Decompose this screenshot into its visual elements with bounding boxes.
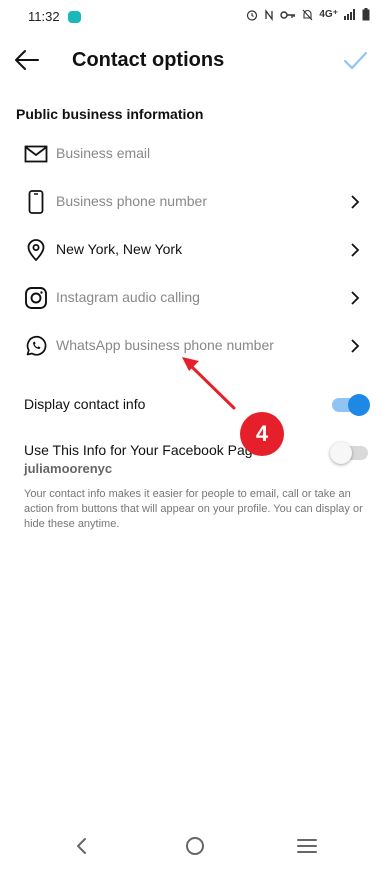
chevron-right-icon	[351, 195, 360, 209]
display-contact-toggle[interactable]	[332, 394, 370, 416]
facebook-page-label: Use This Info for Your Facebook Page	[24, 442, 261, 458]
app-notification-icon	[68, 11, 81, 23]
option-instagram-audio[interactable]: Instagram audio calling	[0, 274, 390, 322]
option-label: Business email	[56, 145, 151, 161]
nav-menu-icon[interactable]	[295, 834, 319, 858]
display-contact-row: Display contact info	[0, 390, 390, 420]
toggle-knob	[348, 394, 370, 416]
key-icon	[280, 10, 296, 19]
alarm-icon	[247, 9, 258, 21]
annotation-step-badge: 4	[240, 412, 284, 456]
location-pin-icon	[27, 239, 45, 262]
back-arrow-icon	[15, 50, 39, 70]
option-label: Instagram audio calling	[56, 289, 200, 305]
nav-home-icon[interactable]	[183, 834, 207, 858]
status-bar: 11:32 4G⁺	[0, 0, 390, 34]
mail-icon	[24, 145, 48, 163]
nav-back-icon[interactable]	[70, 834, 94, 858]
chevron-right-icon	[351, 339, 360, 353]
option-business-phone[interactable]: Business phone number	[0, 178, 390, 226]
chevron-right-icon	[351, 243, 360, 257]
instagram-icon	[25, 287, 47, 309]
chevron-right-icon	[351, 291, 360, 305]
nfc-icon	[265, 8, 274, 21]
option-label: Business phone number	[56, 193, 207, 209]
status-time: 11:32	[28, 9, 60, 24]
save-button[interactable]	[342, 48, 368, 72]
mute-icon	[302, 9, 313, 20]
option-label: WhatsApp business phone number	[56, 337, 274, 353]
facebook-page-row: Use This Info for Your Facebook Page jul…	[0, 438, 390, 478]
contact-info-description: Your contact info makes it easier for pe…	[24, 488, 363, 530]
phone-icon	[28, 190, 44, 214]
page-title: Contact options	[72, 49, 225, 71]
option-location[interactable]: New York, New York	[0, 226, 390, 274]
checkmark-icon	[343, 51, 368, 70]
facebook-page-toggle[interactable]	[330, 442, 368, 464]
facebook-username: juliamoorenyc	[24, 461, 113, 476]
battery-icon	[362, 8, 370, 21]
section-heading: Public business information	[16, 106, 204, 122]
option-label: New York, New York	[56, 241, 183, 257]
toggle-knob	[330, 442, 352, 464]
display-contact-label: Display contact info	[24, 396, 146, 412]
system-nav-bar	[0, 820, 390, 870]
whatsapp-icon	[26, 335, 47, 356]
top-app-bar: Contact options	[0, 34, 390, 86]
option-whatsapp[interactable]: WhatsApp business phone number	[0, 322, 390, 370]
network-type: 4G⁺	[319, 9, 338, 20]
back-button[interactable]	[12, 46, 42, 74]
status-icons: 4G⁺	[246, 8, 370, 21]
signal-icon	[344, 9, 355, 20]
option-business-email[interactable]: Business email	[0, 130, 390, 178]
